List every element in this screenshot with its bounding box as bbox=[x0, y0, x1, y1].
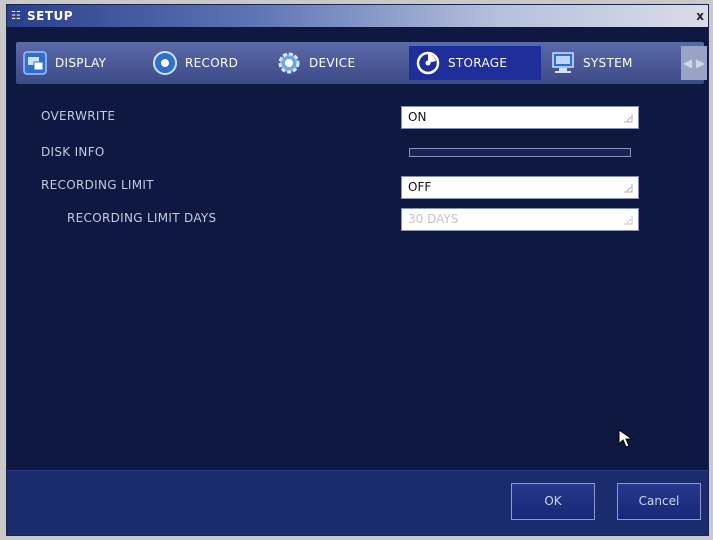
overwrite-select[interactable]: ON bbox=[401, 106, 639, 129]
overwrite-label: OVERWRITE bbox=[41, 109, 116, 123]
tab-system[interactable]: SYSTEM bbox=[544, 46, 672, 80]
tab-device-label: DEVICE bbox=[309, 56, 356, 70]
display-icon bbox=[22, 50, 48, 76]
window-title: SETUP bbox=[27, 9, 74, 23]
tab-system-label: SYSTEM bbox=[583, 56, 633, 70]
disk-info-label: DISK INFO bbox=[41, 145, 105, 159]
tab-bar: DISPLAY RECORD DEVICE STORAGE SYSTEM ◀ ▶ bbox=[16, 42, 707, 84]
overwrite-value: ON bbox=[408, 110, 427, 124]
recording-limit-days-value: 30 DAYS bbox=[408, 212, 459, 226]
setup-icon: ☷ bbox=[11, 9, 21, 22]
dropdown-arrow-icon bbox=[624, 114, 633, 123]
scroll-right-icon[interactable]: ▶ bbox=[694, 46, 707, 80]
recording-limit-days-select[interactable]: 30 DAYS bbox=[401, 208, 639, 231]
system-icon bbox=[550, 50, 576, 76]
close-icon[interactable]: x bbox=[696, 5, 704, 27]
recording-limit-select[interactable]: OFF bbox=[401, 176, 639, 199]
recording-limit-label: RECORDING LIMIT bbox=[41, 178, 154, 192]
scroll-left-icon[interactable]: ◀ bbox=[681, 46, 694, 80]
ok-button[interactable]: OK bbox=[511, 483, 595, 520]
cancel-button[interactable]: Cancel bbox=[617, 483, 701, 520]
tab-storage-label: STORAGE bbox=[448, 56, 508, 70]
recording-limit-value: OFF bbox=[408, 180, 432, 194]
disk-usage-bar bbox=[409, 148, 631, 157]
footer-bar: OK Cancel bbox=[7, 470, 708, 535]
mouse-pointer-icon bbox=[618, 429, 634, 448]
tab-display-label: DISPLAY bbox=[55, 56, 107, 70]
dropdown-arrow-icon bbox=[624, 216, 633, 225]
recording-limit-days-label: RECORDING LIMIT DAYS bbox=[67, 211, 217, 225]
title-bar[interactable]: ☷ SETUP x bbox=[7, 5, 708, 27]
tab-record-label: RECORD bbox=[185, 56, 239, 70]
setup-window: ☷ SETUP x DISPLAY RECORD DEVICE STORAGE … bbox=[6, 4, 709, 536]
tab-storage[interactable]: STORAGE bbox=[409, 46, 541, 80]
record-icon bbox=[152, 50, 178, 76]
tab-device[interactable]: DEVICE bbox=[270, 46, 393, 80]
storage-icon bbox=[415, 50, 441, 76]
dropdown-arrow-icon bbox=[624, 184, 633, 193]
device-icon bbox=[276, 50, 302, 76]
tab-display[interactable]: DISPLAY bbox=[16, 46, 146, 80]
tab-record[interactable]: RECORD bbox=[146, 46, 270, 80]
tab-scroll-buttons: ◀ ▶ bbox=[681, 46, 707, 80]
